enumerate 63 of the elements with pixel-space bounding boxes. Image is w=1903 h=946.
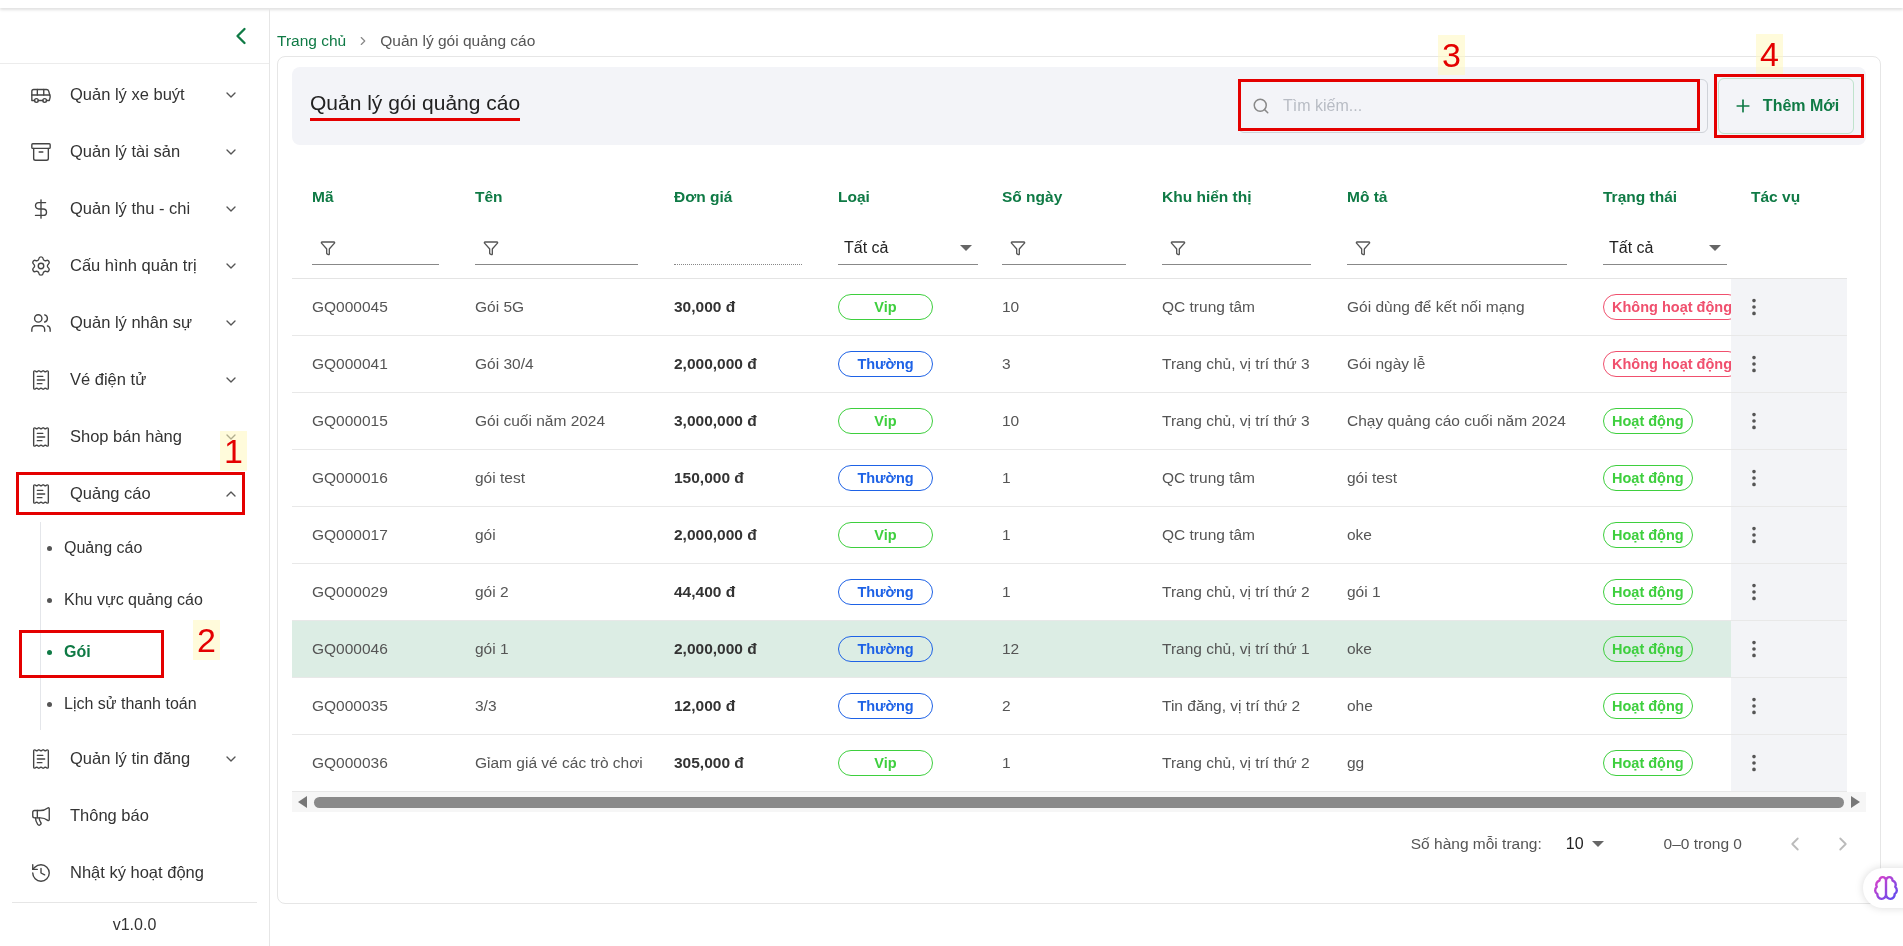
sidebar-item[interactable]: Vé điện tử (70, 370, 147, 388)
page-title: Quản lý gói quảng cáo (310, 91, 521, 121)
megaphone-icon (30, 804, 52, 827)
scroll-left-icon[interactable] (298, 796, 308, 808)
page-range: 0–0 trong 0 (1663, 835, 1742, 853)
sidebar-item[interactable]: Shop bán hàng (70, 427, 182, 445)
sidebar-item[interactable]: Thông báo (70, 806, 149, 824)
annotation-number: 3 (1438, 35, 1465, 75)
column-header: Tên (474, 187, 504, 207)
table-cell: gói 1 (455, 621, 654, 678)
gear-icon (30, 254, 52, 277)
sidebar-item[interactable]: Quản lý nhân sự (70, 313, 193, 331)
filter-icon (320, 239, 336, 256)
column-header: Số ngày (1001, 187, 1064, 207)
annotation-number: 4 (1756, 34, 1783, 74)
scroll-right-icon[interactable] (1850, 796, 1860, 808)
add-button[interactable]: Thêm Mới (1718, 78, 1854, 134)
breadcrumb-link[interactable]: Trang chủ (277, 32, 347, 50)
receipt-icon (30, 368, 52, 391)
table-cell: 12 (982, 621, 1142, 678)
sidebar-item[interactable]: Nhật ký hoạt động (70, 863, 204, 881)
submenu-link[interactable]: Khu vực quảng cáo (47, 591, 203, 609)
table-cell: GQ000046 (292, 621, 455, 678)
sidebar-item[interactable]: Quản lý thu - chi (70, 199, 191, 217)
sidebar-item[interactable]: Quản lý xe buýt (70, 85, 185, 103)
column-header: Trạng thái (1602, 187, 1679, 207)
filter-icon (1010, 239, 1026, 256)
filter-select[interactable]: Tất cả (1603, 231, 1727, 265)
column-header: Đơn giá (673, 187, 734, 207)
sidebar-item[interactable]: Quản lý tài sản (70, 142, 181, 160)
column-header: Loại (837, 187, 871, 207)
table-cell: Trang chủ, vị trí thứ 1 (1142, 621, 1327, 678)
rows-per-page-label: Số hàng mỗi trang: (1410, 835, 1542, 853)
brain-icon (1873, 875, 1899, 901)
submenu-link[interactable]: Gói (47, 643, 91, 661)
annotation-number: 1 (220, 431, 247, 471)
column-header: Mã (311, 187, 335, 207)
annotation-number: 2 (193, 620, 220, 660)
horizontal-scrollbar[interactable] (292, 792, 1866, 812)
version-label: v1.0.0 (12, 902, 257, 946)
sidebar-item[interactable]: Quảng cáo (70, 484, 151, 502)
submenu-link[interactable]: Lịch sử thanh toán (47, 695, 197, 713)
receipt-icon (30, 425, 52, 448)
receipt-icon (30, 747, 52, 770)
filter-icon (1170, 239, 1186, 256)
sidebar-item[interactable]: Cấu hình quản trị (70, 256, 197, 274)
column-header: Khu hiển thị (1161, 187, 1253, 207)
table-cell: 2,000,000 đ (654, 621, 818, 678)
sidebar-item[interactable]: Quản lý tin đăng (70, 749, 191, 767)
breadcrumb-current: Quản lý gói quảng cáo (380, 32, 536, 50)
search-icon (1252, 97, 1270, 115)
table-cell: oke (1327, 621, 1583, 678)
column-header: Tác vụ (1750, 187, 1802, 207)
receipt-icon (30, 482, 52, 505)
filter-select[interactable]: Tất cả (838, 231, 978, 265)
archive-box-icon (30, 140, 52, 163)
history-icon (30, 861, 52, 884)
submenu-link[interactable]: Quảng cáo (47, 539, 143, 557)
column-header: Mô tả (1346, 187, 1389, 207)
filter-icon (483, 239, 499, 256)
filter-icon (1355, 239, 1371, 256)
rows-per-page-select[interactable]: 10 (1559, 834, 1616, 854)
people-icon (30, 311, 52, 334)
